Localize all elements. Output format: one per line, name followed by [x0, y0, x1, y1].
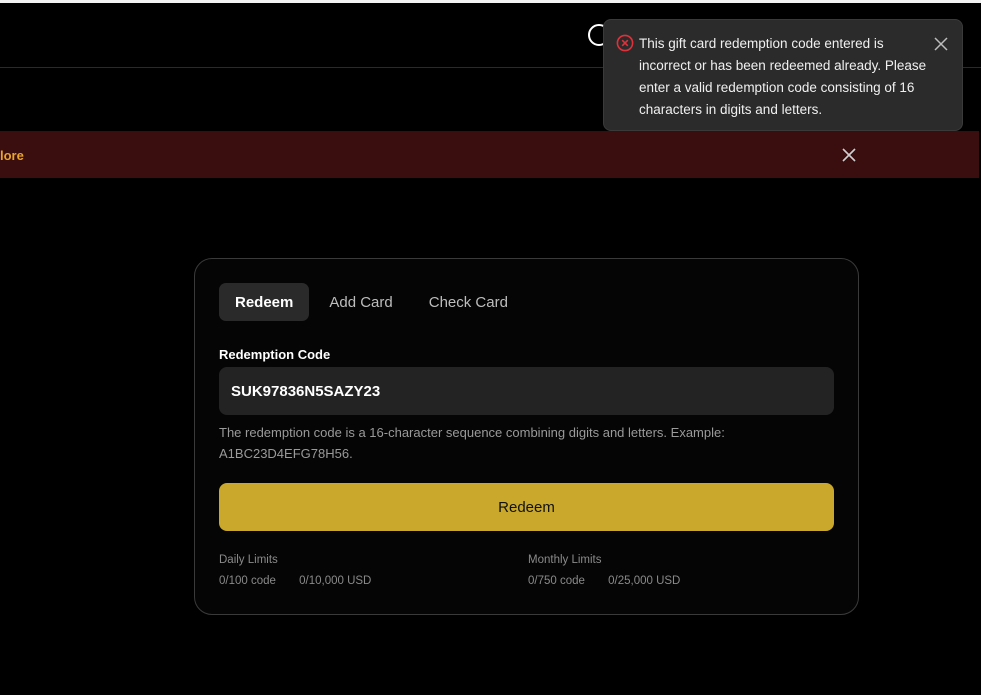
- error-toast: This gift card redemption code entered i…: [603, 19, 963, 131]
- redemption-code-hint: The redemption code is a 16-character se…: [219, 425, 725, 461]
- redeem-card: Redeem Add Card Check Card Redemption Co…: [194, 258, 859, 615]
- monthly-limits: Monthly Limits 0/750 code 0/25,000 USD: [528, 554, 700, 587]
- daily-limits: Daily Limits 0/100 code 0/10,000 USD: [219, 554, 391, 587]
- tab-redeem[interactable]: Redeem: [219, 283, 310, 321]
- redemption-code-label: Redemption Code: [219, 347, 331, 362]
- tab-add-card[interactable]: Add Card: [313, 283, 408, 321]
- monthly-limits-title: Monthly Limits: [528, 554, 602, 566]
- top-strip: [0, 0, 981, 3]
- monthly-amount-limit: 0/25,000 USD: [608, 575, 681, 587]
- notice-banner: lore: [0, 131, 979, 178]
- daily-amount-limit: 0/10,000 USD: [299, 575, 372, 587]
- card-tabs: Redeem Add Card Check Card: [219, 283, 524, 321]
- redemption-code-input[interactable]: [219, 367, 834, 415]
- daily-codes-limit: 0/100 code: [219, 575, 276, 587]
- page: lore This gift card redemption code ente…: [0, 0, 981, 695]
- redeem-button[interactable]: Redeem: [219, 483, 834, 531]
- tab-check-card[interactable]: Check Card: [413, 283, 524, 321]
- toast-message: This gift card redemption code entered i…: [639, 36, 927, 117]
- error-circle-icon: [616, 34, 634, 52]
- toast-close-icon[interactable]: [934, 37, 948, 51]
- banner-close-icon[interactable]: [841, 147, 857, 163]
- daily-limits-title: Daily Limits: [219, 554, 278, 566]
- monthly-codes-limit: 0/750 code: [528, 575, 585, 587]
- banner-learn-more-link[interactable]: lore: [0, 148, 24, 163]
